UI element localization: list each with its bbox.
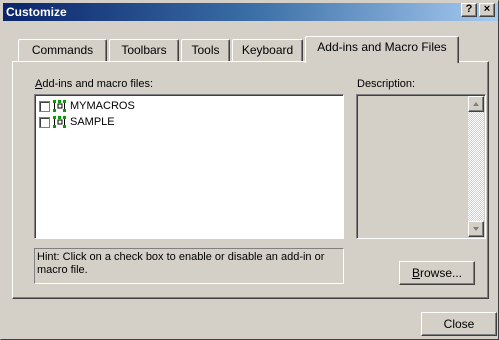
tab-add-ins-and-macro-files[interactable]: Add-ins and Macro Files — [305, 36, 459, 63]
scroll-up-button[interactable] — [468, 96, 484, 112]
list-item-sample[interactable]: SAMPLE — [39, 115, 115, 129]
list-item-mymacros[interactable]: MYMACROS — [39, 99, 135, 113]
tab-label: Keyboard — [241, 43, 294, 57]
window-title: Customize — [6, 5, 67, 19]
tab-label: Commands — [31, 43, 94, 57]
addins-label: Add-ins and macro files: — [35, 78, 153, 90]
addins-listbox[interactable]: MYMACROS SAMPLE — [34, 94, 344, 239]
description-scrollbar[interactable] — [468, 96, 484, 237]
tab-label: Tools — [191, 43, 220, 57]
close-window-button[interactable]: × — [479, 3, 495, 17]
close-button[interactable]: Close — [421, 312, 497, 336]
title-bar[interactable]: Customize — [3, 3, 498, 21]
close-label: Close — [443, 317, 475, 331]
help-button[interactable]: ? — [461, 3, 477, 17]
tab-label: Add-ins and Macro Files — [317, 40, 447, 54]
scroll-down-button[interactable] — [468, 221, 484, 237]
customize-dialog: Customize ? × Commands Toolbars Tools Ke… — [0, 0, 499, 340]
addins-label-text: dd-ins and macro files: — [42, 78, 154, 90]
tab-commands[interactable]: Commands — [18, 39, 107, 61]
arrow-down-icon — [473, 227, 479, 231]
description-label: Description: — [357, 78, 416, 90]
browse-accelerator: B — [411, 266, 420, 280]
arrow-up-icon — [473, 102, 479, 106]
tab-toolbars[interactable]: Toolbars — [109, 39, 179, 61]
checkbox[interactable] — [39, 116, 50, 128]
help-icon: ? — [465, 3, 473, 15]
hint-text: Hint: Click on a check box to enable or … — [34, 248, 344, 284]
item-label: SAMPLE — [70, 116, 115, 128]
browse-label: rowse... — [420, 266, 463, 280]
addin-icon — [53, 116, 66, 128]
tab-keyboard[interactable]: Keyboard — [232, 39, 303, 61]
addin-icon — [53, 100, 66, 112]
description-box — [356, 94, 486, 239]
checkbox[interactable] — [39, 100, 50, 112]
close-icon: × — [483, 3, 491, 15]
tab-label: Toolbars — [121, 43, 167, 57]
browse-button[interactable]: Browse... — [399, 261, 475, 285]
tab-tools[interactable]: Tools — [181, 39, 230, 61]
item-label: MYMACROS — [70, 100, 135, 112]
